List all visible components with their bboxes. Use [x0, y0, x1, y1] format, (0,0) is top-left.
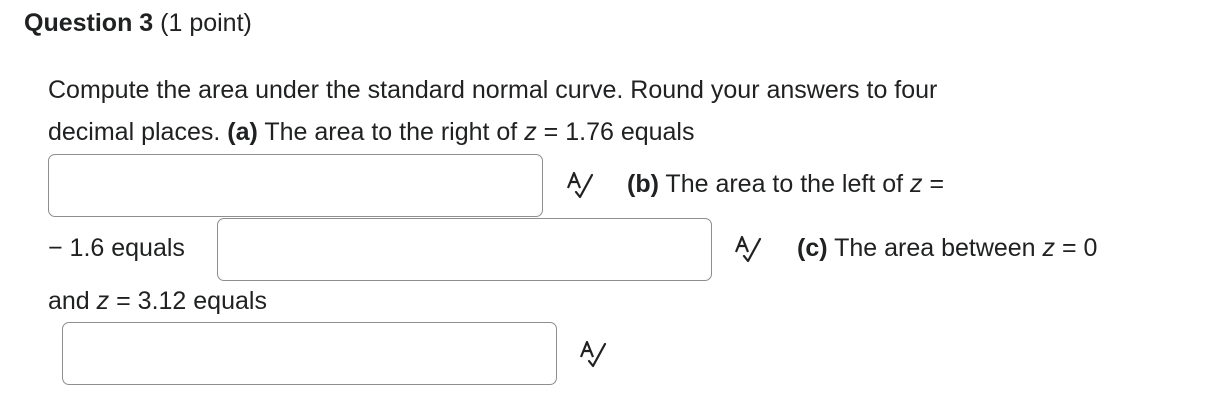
answer-b-input[interactable]: [217, 218, 712, 281]
part-c-text: The area between: [834, 234, 1036, 262]
spell-check-icon[interactable]: [565, 170, 595, 200]
part-c-line: (c) The area between z = 0: [797, 231, 1097, 265]
spell-check-icon[interactable]: [733, 234, 763, 264]
variable-z: z: [1042, 234, 1056, 262]
question-points: (1 point): [160, 9, 252, 37]
part-b-equals: =: [929, 170, 945, 198]
part-b-text: The area to the left of: [665, 170, 904, 198]
part-c-label: (c): [797, 234, 828, 262]
part-b-line: (b) The area to the left of z =: [627, 167, 944, 201]
variable-z: z: [96, 287, 110, 315]
prompt-rounding: decimal places.: [48, 118, 221, 146]
question-title: Question 3: [24, 9, 154, 37]
prompt-intro: Compute the area under the standard norm…: [48, 76, 938, 104]
variable-z: z: [524, 118, 537, 146]
part-b-cont: − 1.6 equals: [48, 231, 185, 265]
part-b-label: (b): [627, 170, 659, 198]
prompt-line-2: decimal places. (a) The area to the righ…: [48, 115, 695, 149]
part-c-upper: = 3.12 equals: [116, 287, 267, 315]
variable-z: z: [910, 170, 923, 198]
part-c-and: and: [48, 287, 90, 315]
answer-a-input[interactable]: [48, 154, 543, 217]
spell-check-icon[interactable]: [578, 339, 608, 369]
part-b-value: − 1.6 equals: [48, 234, 185, 262]
part-c-cont: and z = 3.12 equals: [48, 284, 267, 318]
part-a-label: (a): [227, 118, 258, 146]
part-a-value: = 1.76 equals: [543, 118, 695, 146]
part-c-lower: = 0: [1062, 234, 1098, 262]
prompt-line-1: Compute the area under the standard norm…: [48, 73, 937, 107]
question-header: Question 3 (1 point): [24, 6, 252, 40]
part-a-text: The area to the right of: [264, 118, 518, 146]
answer-c-input[interactable]: [62, 322, 557, 385]
